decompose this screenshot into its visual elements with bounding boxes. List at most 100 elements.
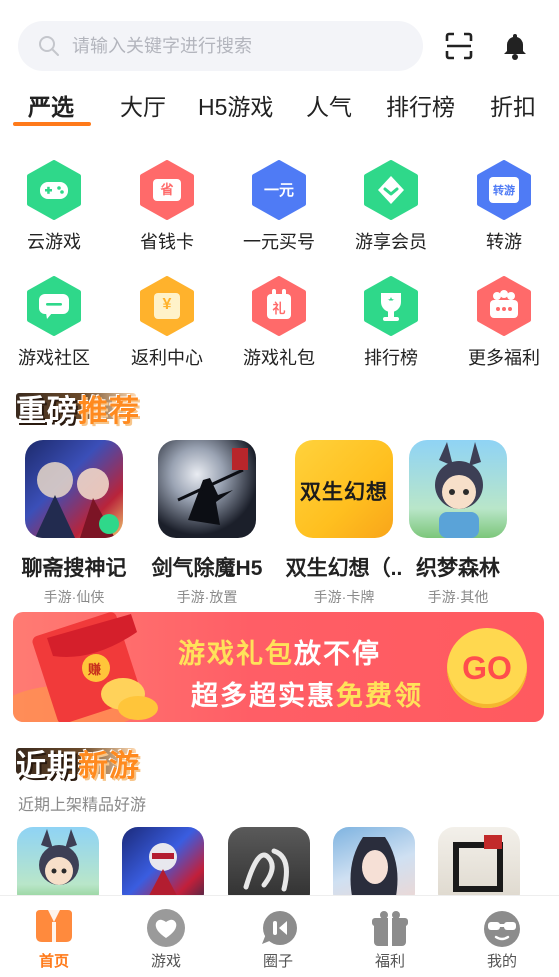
- banner-line-1-b: 放不停: [294, 639, 381, 669]
- feature-one-yuan[interactable]: 一元 一元买号: [229, 160, 329, 254]
- save-card-glyph: 省: [160, 182, 174, 197]
- new-game-icon[interactable]: [122, 827, 204, 897]
- feature-label: 云游戏: [27, 232, 81, 252]
- tab-popular[interactable]: 人气: [306, 88, 352, 122]
- featured-games-list: 聊斋搜神记 手游·仙侠 剑气除魔H5 手游·放置 双生幻想 双生幻想（.. 手游…: [0, 440, 559, 605]
- game-cover-image: 双生幻想: [295, 440, 393, 538]
- gift-icon: 礼: [251, 276, 307, 336]
- game-cover-image: [25, 440, 123, 538]
- feature-community[interactable]: 游戏社区: [4, 276, 104, 370]
- section-title-part2: 推荐: [78, 395, 140, 428]
- featured-game-card[interactable]: 双生幻想 双生幻想（.. 手游·卡牌: [279, 440, 409, 607]
- search-input[interactable]: [72, 35, 392, 57]
- trophy-icon: [363, 276, 419, 336]
- game-name: 聊斋搜神记: [21, 557, 127, 580]
- home-icon: [32, 908, 76, 948]
- feature-more-benefits[interactable]: 更多福利: [454, 276, 554, 370]
- feature-label: 返利中心: [131, 348, 203, 368]
- bell-icon[interactable]: [500, 31, 530, 61]
- new-game-icon[interactable]: [438, 827, 520, 897]
- new-game-icon[interactable]: [17, 827, 99, 897]
- game-cover-title: 双生幻想: [300, 481, 388, 504]
- featured-game-card[interactable]: 织梦森林 手游·其他: [393, 440, 523, 607]
- nav-benefits[interactable]: 福利: [350, 908, 430, 971]
- rebate-glyph: ¥: [162, 296, 172, 313]
- search-bar[interactable]: [18, 21, 423, 71]
- game-tag: 手游·卡牌: [313, 589, 375, 605]
- feature-label: 游戏社区: [18, 348, 90, 368]
- profile-icon: [480, 908, 524, 948]
- scan-icon[interactable]: [444, 31, 474, 61]
- new-game-icon[interactable]: [228, 827, 310, 897]
- feature-label: 一元买号: [243, 232, 315, 252]
- nav-games[interactable]: 游戏: [126, 908, 206, 971]
- active-tab-indicator: [13, 122, 91, 126]
- new-games-list: [0, 827, 559, 897]
- nav-profile[interactable]: 我的: [462, 908, 542, 971]
- game-cover-image: [158, 440, 256, 538]
- bottom-nav: 首页 游戏 圈子 福利 我的: [0, 895, 559, 977]
- feature-transfer[interactable]: 转游 转游: [454, 160, 554, 254]
- section-title-new: 近期新游: [16, 741, 140, 785]
- feature-label: 省钱卡: [140, 232, 194, 252]
- game-tag: 手游·其他: [427, 589, 489, 605]
- nav-label: 首页: [38, 953, 69, 970]
- feature-gift[interactable]: 礼 游戏礼包: [229, 276, 329, 370]
- banner-line-1: 游戏礼包放不停: [178, 632, 381, 671]
- rebate-icon: ¥: [139, 276, 195, 336]
- featured-game-card[interactable]: 聊斋搜神记 手游·仙侠: [9, 440, 139, 607]
- circle-icon: [256, 908, 300, 948]
- feature-ranking[interactable]: 排行榜: [341, 276, 441, 370]
- envelope-glyph: 赚: [88, 662, 102, 677]
- tab-hall[interactable]: 大厅: [120, 88, 166, 122]
- games-icon: [144, 908, 188, 948]
- gift-box-icon: [368, 908, 412, 948]
- gamepad-icon: [26, 160, 82, 220]
- game-name: 双生幻想（..: [285, 557, 403, 580]
- new-game-icon[interactable]: [333, 827, 415, 897]
- category-tabs: 严选 大厅 H5游戏 人气 排行榜 折扣: [0, 84, 559, 128]
- tab-ranking[interactable]: 排行榜: [386, 88, 455, 122]
- banner-line-2-b: 免费领: [336, 681, 423, 711]
- feature-vip[interactable]: 游享会员: [341, 160, 441, 254]
- gift-glyph: 礼: [272, 301, 286, 316]
- vip-icon: [363, 160, 419, 220]
- game-tag: 手游·放置: [176, 589, 238, 605]
- transfer-game-icon: 转游: [476, 160, 532, 220]
- banner-line-2: 超多超实惠免费领: [191, 674, 423, 713]
- section-title-part1: 近期: [16, 750, 78, 783]
- banner-line-2-a: 超多超实惠: [191, 681, 336, 711]
- nav-circle[interactable]: 圈子: [238, 908, 318, 971]
- tab-yanxuan[interactable]: 严选: [28, 88, 74, 122]
- tab-discount[interactable]: 折扣: [490, 88, 536, 122]
- nav-label: 圈子: [262, 953, 293, 970]
- feature-label: 转游: [486, 232, 522, 252]
- transfer-glyph: 转游: [493, 185, 515, 197]
- featured-game-card[interactable]: 剑气除魔H5 手游·放置: [142, 440, 272, 607]
- section-title-part1: 重磅: [16, 395, 78, 428]
- game-name: 剑气除魔H5: [151, 557, 263, 580]
- game-tag: 手游·仙侠: [43, 589, 105, 605]
- feature-save-card[interactable]: 省 省钱卡: [117, 160, 217, 254]
- game-cover-image: [409, 440, 507, 538]
- tab-h5-games[interactable]: H5游戏: [198, 88, 273, 122]
- chat-icon: [26, 276, 82, 336]
- feature-label: 更多福利: [468, 348, 540, 368]
- feature-label: 游戏礼包: [243, 348, 315, 368]
- gift-pack-banner[interactable]: 赚 游戏礼包放不停 超多超实惠免费领 GO: [13, 612, 544, 722]
- go-button[interactable]: GO: [447, 628, 527, 708]
- game-name: 织梦森林: [416, 557, 500, 580]
- save-card-icon: 省: [139, 160, 195, 220]
- feature-cloud-game[interactable]: 云游戏: [4, 160, 104, 254]
- search-icon: [38, 35, 60, 57]
- banner-line-1-a: 游戏礼包: [178, 639, 294, 669]
- feature-label: 排行榜: [364, 348, 418, 368]
- nav-label: 游戏: [150, 953, 181, 970]
- one-yuan-icon: 一元: [251, 160, 307, 220]
- section-title-featured: 重磅推荐: [16, 386, 140, 430]
- more-benefits-icon: [476, 276, 532, 336]
- one-yuan-glyph: 一元: [263, 182, 294, 199]
- feature-rebate[interactable]: ¥ 返利中心: [117, 276, 217, 370]
- section-subtitle: 近期上架精品好游: [18, 797, 147, 814]
- nav-home[interactable]: 首页: [14, 908, 94, 971]
